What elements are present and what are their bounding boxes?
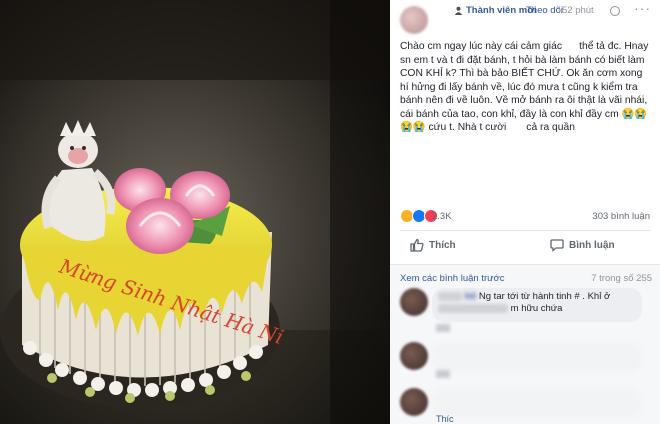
comment-label: Bình luận xyxy=(569,239,615,251)
post-header: Thành viên mới Theo dõi 52 phút ··· xyxy=(390,0,660,34)
comment-text: hồ Ng tar tới từ hành tinh # . Khỉ ở m h… xyxy=(438,291,638,315)
author-avatar[interactable] xyxy=(400,6,428,34)
member-icon xyxy=(454,6,463,15)
reaction-icons[interactable] xyxy=(400,209,438,223)
thumbs-up-icon xyxy=(410,238,424,252)
reaction-count[interactable]: 2.3K xyxy=(432,211,452,222)
post-photo[interactable]: Mừng Sinh Nhật Hà Ni xyxy=(0,0,390,424)
more-options-icon[interactable]: ··· xyxy=(634,0,651,16)
comment-action-links[interactable] xyxy=(436,324,450,332)
post-time[interactable]: 52 phút xyxy=(562,5,594,16)
action-bar: Thích Bình luận xyxy=(400,233,650,261)
reactions-bar[interactable]: 2.3K 303 bình luận xyxy=(400,209,650,225)
comment-action-links[interactable] xyxy=(436,370,450,378)
comment-count[interactable]: 303 bình luận xyxy=(592,211,650,222)
post-text: Chào cm ngay lúc này cái cảm giác thể tả… xyxy=(400,41,652,133)
commenter-name[interactable]: hồ xyxy=(465,291,477,302)
view-previous-comments-link[interactable]: Xem các bình luận trước xyxy=(400,273,504,284)
commenter-avatar[interactable] xyxy=(400,288,428,316)
like-button[interactable]: Thích xyxy=(410,238,456,252)
globe-icon xyxy=(610,6,620,16)
follow-link[interactable]: Theo dõi xyxy=(526,5,563,16)
comment-icon xyxy=(550,239,564,252)
commenter-avatar[interactable] xyxy=(400,342,428,370)
post-panel: Thành viên mới Theo dõi 52 phút ··· Chào… xyxy=(390,0,660,424)
cake-photo-image: Mừng Sinh Nhật Hà Ni xyxy=(0,0,390,424)
comments-page-info: 7 trong số 255 xyxy=(591,273,652,284)
comment-button[interactable]: Bình luận xyxy=(550,238,615,252)
reply-like-link[interactable]: Thíc xyxy=(436,414,454,424)
member-badge: Thành viên mới xyxy=(454,5,537,16)
like-label: Thích xyxy=(429,239,456,251)
commenter-avatar[interactable] xyxy=(400,388,428,416)
comment-bubble xyxy=(432,342,642,372)
comment-bubble xyxy=(432,388,642,418)
divider xyxy=(400,230,650,231)
